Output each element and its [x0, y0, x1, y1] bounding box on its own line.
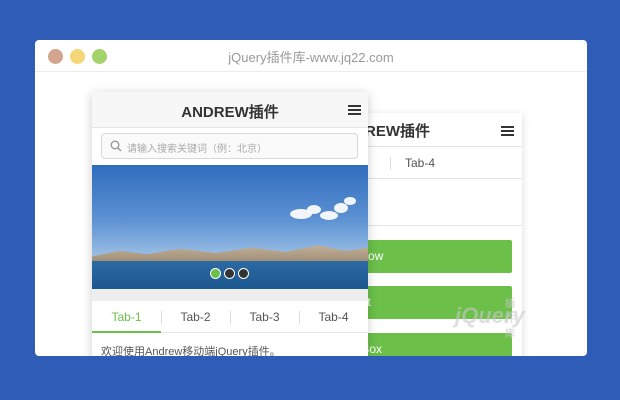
search-placeholder: 请输入搜索关键词（例：北京） [127, 144, 267, 155]
front-phone-header: ANDREW插件 [92, 92, 368, 128]
menu-icon[interactable] [348, 105, 361, 115]
tab-4[interactable]: Tab-4 [299, 310, 368, 324]
window-titlebar: jQuery插件库-www.jq22.com [35, 40, 587, 72]
front-phone-mockup: ANDREW插件 请输入搜索关键词（例：北京） Tab-1 Tab-2 Tab-… [92, 92, 368, 356]
front-phone-tabs: Tab-1 Tab-2 Tab-3 Tab-4 [92, 301, 368, 333]
carousel-dot[interactable] [238, 268, 249, 279]
active-tab-underline [92, 331, 161, 333]
cloud [344, 197, 356, 205]
tab-2[interactable]: Tab-2 [161, 310, 230, 324]
cloud [334, 203, 348, 213]
search-bar: 请输入搜索关键词（例：北京） [92, 128, 368, 166]
section-gap [92, 289, 368, 301]
carousel-dot[interactable] [210, 268, 221, 279]
carousel-dot[interactable] [224, 268, 235, 279]
search-input[interactable]: 请输入搜索关键词（例：北京） [101, 133, 358, 159]
carousel-banner[interactable] [92, 165, 368, 289]
tab-1[interactable]: Tab-1 [92, 310, 161, 324]
window-title: jQuery插件库-www.jq22.com [228, 50, 394, 65]
front-phone-title: ANDREW插件 [181, 104, 279, 121]
watermark-logo: jQuery 插件库 [455, 299, 525, 340]
watermark-subtext: 插件库 [505, 299, 515, 340]
tab-3[interactable]: Tab-3 [230, 310, 299, 324]
cloud [307, 205, 321, 214]
browser-window: jQuery插件库-www.jq22.com NDREW插件 Tab-3 Tab… [35, 40, 587, 356]
tab-content-text: 欢迎使用Andrew移动端jQuery插件。 [101, 346, 281, 356]
cloud [320, 211, 338, 220]
carousel-indicators [210, 266, 252, 284]
back-tab-4[interactable]: Tab-4 [390, 156, 450, 170]
search-icon [110, 140, 122, 152]
menu-icon[interactable] [501, 126, 514, 136]
